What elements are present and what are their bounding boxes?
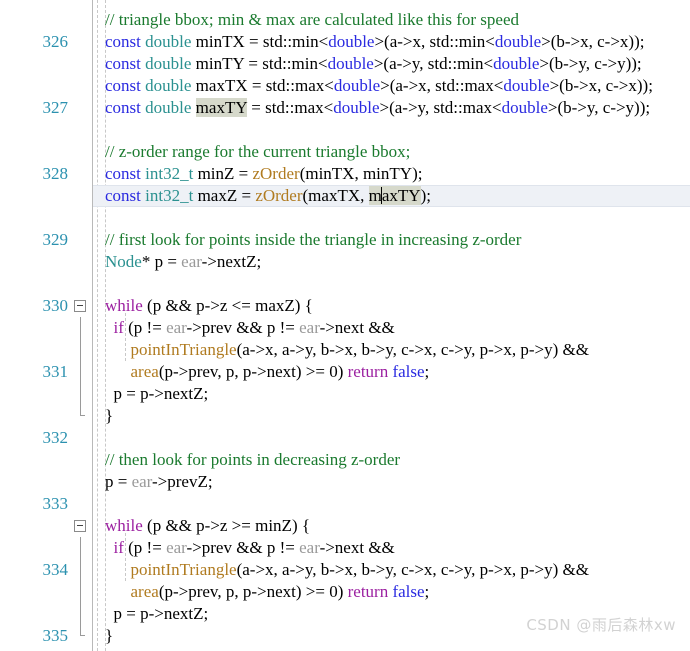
code-line[interactable]: const double minTY = std::min<double>(a-… (93, 53, 690, 75)
code-line[interactable]: while (p && p->z <= maxZ) { (93, 295, 690, 317)
fold-row (70, 119, 92, 141)
code-token-comment: // first look for points inside the tria… (105, 230, 522, 249)
code-folding-column[interactable] (70, 0, 92, 651)
fold-row (70, 97, 92, 119)
fold-row (70, 75, 92, 97)
fold-row (70, 603, 92, 625)
code-line[interactable]: } (93, 405, 690, 427)
fold-row (70, 537, 92, 559)
fold-row (70, 207, 92, 229)
fold-row (70, 339, 92, 361)
fold-row-340[interactable] (70, 295, 92, 317)
code-line[interactable] (93, 273, 690, 295)
code-lines-container[interactable]: // triangle bbox; min & max are calculat… (93, 0, 690, 651)
line-number-ruler: 326 327 328 329 330 331 332 333 334 335 … (0, 0, 69, 651)
code-editor[interactable]: // triangle bbox; min & max are calculat… (0, 0, 690, 651)
code-line[interactable] (93, 0, 690, 9)
code-line[interactable]: // z-order range for the current triangl… (93, 141, 690, 163)
code-line[interactable]: Node* p = ear->nextZ; (93, 251, 690, 273)
fold-row (70, 449, 92, 471)
csdn-watermark: CSDN @雨后森林xw (526, 616, 676, 634)
line-number: 333 (42, 494, 69, 513)
fold-row (70, 383, 92, 405)
code-line[interactable]: pointInTriangle(a->x, a->y, b->x, b->y, … (93, 339, 690, 361)
code-line[interactable] (93, 647, 690, 651)
line-number: 331 (42, 362, 69, 381)
line-number: 335 (42, 626, 69, 645)
fold-collapse-icon[interactable] (74, 300, 86, 312)
fold-row (70, 0, 92, 9)
line-number: 327 (42, 98, 69, 117)
fold-row-355 (70, 625, 92, 647)
code-line[interactable] (93, 493, 690, 515)
code-line[interactable] (93, 207, 690, 229)
code-line[interactable]: const double minTX = std::min<double>(a-… (93, 31, 690, 53)
line-number: 326 (42, 32, 69, 51)
code-line[interactable]: // first look for points inside the tria… (93, 229, 690, 251)
code-line[interactable] (93, 119, 690, 141)
code-token-comment: // triangle bbox; min & max are calculat… (105, 10, 520, 29)
fold-row (70, 559, 92, 581)
code-line[interactable]: pointInTriangle(a->x, a->y, b->x, b->y, … (93, 559, 690, 581)
code-token-comment: // then look for points in decreasing z-… (105, 450, 401, 469)
code-line[interactable]: while (p && p->z >= minZ) { (93, 515, 690, 537)
gutter-separator (92, 0, 93, 651)
caret-selection: maxTY (368, 186, 421, 205)
fold-collapse-icon[interactable] (74, 520, 86, 532)
code-line[interactable] (93, 427, 690, 449)
code-line[interactable]: p = p->nextZ; (93, 383, 690, 405)
code-line[interactable]: const double maxTX = std::max<double>(a-… (93, 75, 690, 97)
code-line[interactable]: // then look for points in decreasing z-… (93, 449, 690, 471)
fold-region-end-icon (80, 405, 85, 416)
code-line[interactable]: // triangle bbox; min & max are calculat… (93, 9, 690, 31)
fold-row (70, 163, 92, 185)
code-token-comment: // z-order range for the current triangl… (105, 142, 411, 161)
line-number: 332 (42, 428, 69, 447)
fold-row (70, 361, 92, 383)
fold-row (70, 581, 92, 603)
fold-row (70, 53, 92, 75)
fold-row (70, 141, 92, 163)
fold-row-350[interactable] (70, 515, 92, 537)
code-line[interactable]: area(p->prev, p, p->next) >= 0) return f… (93, 361, 690, 383)
code-line[interactable]: if (p != ear->prev && p != ear->next && (93, 317, 690, 339)
fold-row (70, 251, 92, 273)
line-number: 328 (42, 164, 69, 183)
fold-row (70, 273, 92, 295)
code-line[interactable]: const double maxTY = std::max<double>(a-… (93, 97, 690, 119)
fold-region-end-icon (80, 625, 85, 636)
code-line[interactable]: const int32_t minZ = zOrder(minTX, minTY… (93, 163, 690, 185)
fold-row (70, 9, 92, 31)
fold-row (70, 317, 92, 339)
fold-row (70, 647, 92, 651)
fold-row-345 (70, 405, 92, 427)
fold-row (70, 229, 92, 251)
code-line[interactable]: if (p != ear->prev && p != ear->next && (93, 537, 690, 559)
fold-row (70, 427, 92, 449)
text-caret (381, 187, 383, 204)
code-line-current[interactable]: const int32_t maxZ = zOrder(maxTX, maxTY… (93, 185, 690, 207)
fold-row (70, 185, 92, 207)
code-line[interactable]: area(p->prev, p, p->next) >= 0) return f… (93, 581, 690, 603)
line-number: 334 (42, 560, 69, 579)
occurrence-highlight: maxTY (195, 98, 247, 117)
line-number: 330 (42, 296, 69, 315)
fold-row (70, 471, 92, 493)
line-number: 329 (42, 230, 69, 249)
fold-row (70, 31, 92, 53)
fold-row (70, 493, 92, 515)
code-line[interactable]: p = ear->prevZ; (93, 471, 690, 493)
